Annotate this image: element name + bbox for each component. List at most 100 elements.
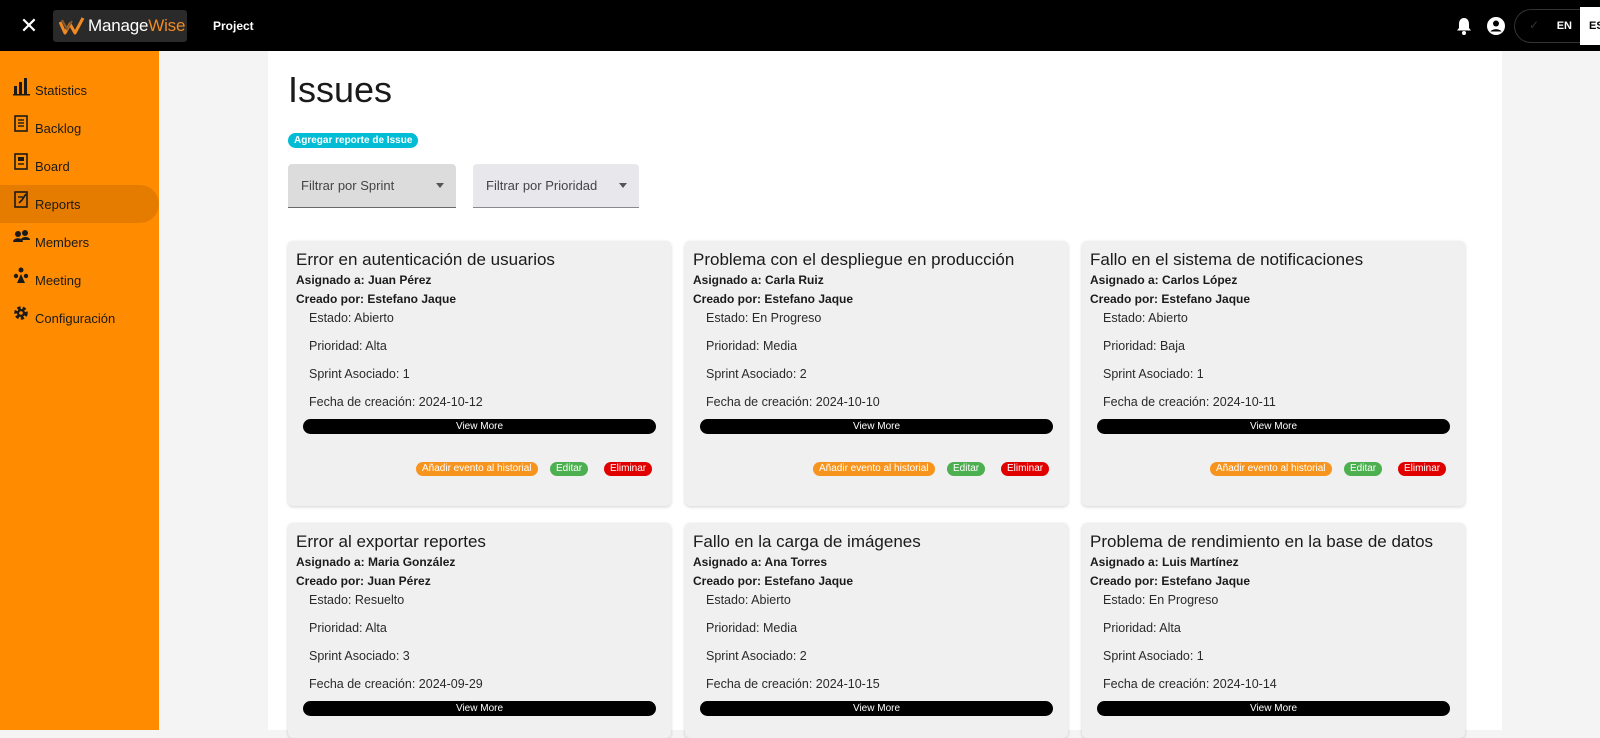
app-logo[interactable]: ManageWise xyxy=(53,9,187,42)
filter-sprint-label: Filtrar por Sprint xyxy=(301,178,395,193)
add-event-button[interactable]: Añadir evento al historial xyxy=(1210,462,1332,476)
issue-status: Estado: Abierto xyxy=(309,311,394,325)
issue-card: Error al exportar reportes Asignado a: M… xyxy=(288,523,671,738)
page-title: Issues xyxy=(288,69,393,110)
filter-sprint-select[interactable]: Filtrar por Sprint xyxy=(288,164,456,208)
sidebar-item-statistics[interactable]: Statistics xyxy=(0,71,159,109)
sidebar-item-reports[interactable]: Reports xyxy=(0,185,159,223)
issue-title: Error al exportar reportes xyxy=(296,532,486,551)
issue-assigned: Asignado a: Carlos López xyxy=(1090,273,1238,287)
check-icon: ✓ xyxy=(1529,17,1540,32)
view-more-button[interactable]: View More xyxy=(1097,419,1450,434)
issue-sprint: Sprint Asociado: 2 xyxy=(706,367,807,381)
issue-title: Error en autenticación de usuarios xyxy=(296,250,555,269)
issue-sprint: Sprint Asociado: 1 xyxy=(309,367,410,381)
close-icon[interactable]: ✕ xyxy=(15,12,43,40)
issue-assigned: Asignado a: Maria González xyxy=(296,555,456,569)
edit-button[interactable]: Editar xyxy=(550,462,589,476)
issue-date: Fecha de creación: 2024-10-11 xyxy=(1103,395,1276,409)
issue-status: Estado: Abierto xyxy=(1103,311,1188,325)
issue-card: Error en autenticación de usuarios Asign… xyxy=(288,241,671,506)
project-link[interactable]: Project xyxy=(213,19,254,33)
issue-date: Fecha de creación: 2024-09-29 xyxy=(309,677,483,691)
top-right-controls: ✓ EN ES xyxy=(1454,0,1600,51)
issue-card: Problema de rendimiento en la base de da… xyxy=(1082,523,1465,738)
board-icon xyxy=(14,153,28,170)
bell-icon[interactable] xyxy=(1454,16,1474,36)
logo-mark-icon xyxy=(59,16,85,34)
issue-status: Estado: Abierto xyxy=(706,593,791,607)
issue-status: Estado: Resuelto xyxy=(309,593,405,607)
sidebar-item-label: Backlog xyxy=(35,120,82,136)
issue-priority: Prioridad: Alta xyxy=(1103,621,1181,635)
view-more-button[interactable]: View More xyxy=(303,701,656,716)
meeting-icon xyxy=(13,267,29,283)
add-event-button[interactable]: Añadir evento al historial xyxy=(416,462,538,476)
lang-es[interactable]: ES xyxy=(1580,6,1600,45)
issue-status: Estado: En Progreso xyxy=(706,311,822,325)
view-more-button[interactable]: View More xyxy=(1097,701,1450,716)
issue-priority: Prioridad: Alta xyxy=(309,621,387,635)
sidebar-item-label: Reports xyxy=(35,196,81,212)
issue-title: Fallo en la carga de imágenes xyxy=(693,532,921,551)
sidebar-item-label: Board xyxy=(35,158,70,174)
sidebar-item-configuracion[interactable]: Configuración xyxy=(0,299,159,337)
sidebar-item-label: Meeting xyxy=(35,272,82,288)
issue-sprint: Sprint Asociado: 3 xyxy=(309,649,410,663)
issue-assigned: Asignado a: Juan Pérez xyxy=(296,273,432,287)
view-more-button[interactable]: View More xyxy=(700,419,1053,434)
view-more-button[interactable]: View More xyxy=(700,701,1053,716)
sidebar-item-board[interactable]: Board xyxy=(0,147,159,185)
issue-date: Fecha de creación: 2024-10-15 xyxy=(706,677,880,691)
gear-icon xyxy=(14,306,28,320)
issue-sprint: Sprint Asociado: 1 xyxy=(1103,649,1204,663)
issue-card: Problema con el despliegue en producción… xyxy=(685,241,1068,506)
view-more-button[interactable]: View More xyxy=(303,419,656,434)
issue-priority: Prioridad: Alta xyxy=(309,339,387,353)
issue-status: Estado: En Progreso xyxy=(1103,593,1219,607)
top-bar: ✕ ManageWise Project ✓ EN ES xyxy=(0,0,1600,51)
logo-text: ManageWise xyxy=(88,15,186,35)
issue-assigned: Asignado a: Ana Torres xyxy=(693,555,828,569)
main-content: Issues Agregar reporte de Issue Filtrar … xyxy=(268,51,1502,738)
delete-button[interactable]: Eliminar xyxy=(604,462,653,476)
issue-created-by: Creado por: Estefano Jaque xyxy=(296,292,457,306)
edit-button[interactable]: Editar xyxy=(1344,462,1383,476)
sidebar-item-members[interactable]: Members xyxy=(0,223,159,261)
bar-chart-icon xyxy=(13,78,30,96)
issue-card: Fallo en la carga de imágenes Asignado a… xyxy=(685,523,1068,738)
chevron-down-icon xyxy=(619,183,627,188)
issue-created-by: Creado por: Estefano Jaque xyxy=(693,574,854,588)
lang-en[interactable]: EN xyxy=(1557,20,1572,32)
issue-card: Fallo en el sistema de notificaciones As… xyxy=(1082,241,1465,506)
language-toggle[interactable]: ✓ EN xyxy=(1514,8,1580,43)
filter-priority-select[interactable]: Filtrar por Prioridad xyxy=(473,164,639,208)
chevron-down-icon xyxy=(436,183,444,188)
delete-button[interactable]: Eliminar xyxy=(1398,462,1447,476)
sidebar-item-backlog[interactable]: Backlog xyxy=(0,109,159,147)
issue-created-by: Creado por: Estefano Jaque xyxy=(1090,574,1251,588)
issue-assigned: Asignado a: Luis Martínez xyxy=(1090,555,1239,569)
issue-priority: Prioridad: Media xyxy=(706,339,798,353)
sidebar-item-label: Configuración xyxy=(35,310,116,326)
issue-date: Fecha de creación: 2024-10-12 xyxy=(309,395,483,409)
edit-button[interactable]: Editar xyxy=(947,462,986,476)
issue-assigned: Asignado a: Carla Ruiz xyxy=(693,273,824,287)
issue-date: Fecha de creación: 2024-10-14 xyxy=(1103,677,1277,691)
backlog-icon xyxy=(14,115,28,132)
add-event-button[interactable]: Añadir evento al historial xyxy=(813,462,935,476)
delete-button[interactable]: Eliminar xyxy=(1001,462,1050,476)
add-issue-button[interactable]: Agregar reporte de Issue xyxy=(288,133,419,148)
sidebar-item-meeting[interactable]: Meeting xyxy=(0,261,159,299)
members-icon xyxy=(13,230,30,242)
issue-created-by: Creado por: Juan Pérez xyxy=(296,574,431,588)
filter-priority-label: Filtrar por Prioridad xyxy=(486,178,598,193)
reports-icon xyxy=(14,191,28,208)
issue-date: Fecha de creación: 2024-10-10 xyxy=(706,395,880,409)
issue-priority: Prioridad: Baja xyxy=(1103,339,1185,353)
issue-priority: Prioridad: Media xyxy=(706,621,798,635)
issue-sprint: Sprint Asociado: 2 xyxy=(706,649,807,663)
sidebar-item-label: Statistics xyxy=(35,82,88,98)
issue-title: Problema con el despliegue en producción xyxy=(693,250,1015,269)
account-icon[interactable] xyxy=(1486,16,1506,36)
